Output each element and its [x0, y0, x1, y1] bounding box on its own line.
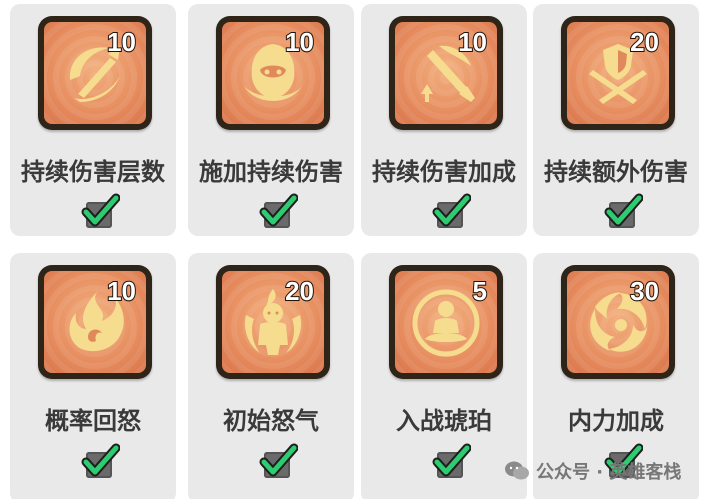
checkmark-icon	[432, 443, 471, 477]
talent-checkbox[interactable]	[259, 443, 298, 480]
talent-card[interactable]: 10 施加持续伤害	[188, 4, 354, 236]
talent-card[interactable]: 10 持续伤害加成	[361, 4, 527, 236]
talent-icon-tile[interactable]: 20	[561, 16, 675, 130]
talent-card[interactable]: 5 入战琥珀	[361, 253, 527, 499]
talent-count: 20	[284, 276, 315, 306]
talent-label: 施加持续伤害	[199, 158, 343, 186]
wechat-icon	[505, 461, 529, 480]
checkmark-icon	[81, 443, 120, 477]
checkmark-icon	[432, 193, 471, 227]
checkmark-icon	[81, 193, 120, 227]
watermark: 公众号 · 英雄客栈	[504, 456, 681, 486]
talent-checkbox[interactable]	[432, 443, 471, 480]
talent-count: 10	[106, 27, 137, 57]
talent-count: 5	[471, 276, 488, 306]
talent-card[interactable]: 10 概率回怒	[10, 253, 176, 499]
checkmark-icon	[259, 193, 298, 227]
talent-card[interactable]: 20 初始怒气	[188, 253, 354, 499]
talent-count: 30	[629, 276, 660, 306]
checkmark-icon	[259, 443, 298, 477]
talent-grid: 10 持续伤害层数 10 施加持续伤害 10 持续伤害加成 20 持续额外伤害 …	[0, 0, 720, 499]
talent-checkbox[interactable]	[604, 193, 643, 230]
talent-checkbox[interactable]	[259, 193, 298, 230]
talent-icon-tile[interactable]: 10	[216, 16, 330, 130]
talent-label: 内力加成	[568, 407, 664, 435]
checkmark-icon	[604, 193, 643, 227]
talent-icon-tile[interactable]: 30	[561, 265, 675, 379]
talent-checkbox[interactable]	[432, 193, 471, 230]
talent-checkbox[interactable]	[81, 443, 120, 480]
talent-label: 概率回怒	[45, 407, 141, 435]
talent-icon-tile[interactable]: 20	[216, 265, 330, 379]
talent-count: 10	[106, 276, 137, 306]
talent-label: 入战琥珀	[396, 407, 492, 435]
talent-icon-tile[interactable]: 10	[38, 265, 152, 379]
talent-count: 10	[284, 27, 315, 57]
talent-card[interactable]: 20 持续额外伤害	[533, 4, 699, 236]
talent-label: 初始怒气	[223, 407, 319, 435]
talent-count: 10	[457, 27, 488, 57]
watermark-text: 公众号 · 英雄客栈	[536, 462, 682, 483]
talent-label: 持续伤害层数	[21, 158, 165, 186]
talent-checkbox[interactable]	[81, 193, 120, 230]
talent-icon-tile[interactable]: 10	[38, 16, 152, 130]
talent-icon-tile[interactable]: 10	[389, 16, 503, 130]
talent-label: 持续伤害加成	[372, 158, 516, 186]
talent-card[interactable]: 10 持续伤害层数	[10, 4, 176, 236]
talent-icon-tile[interactable]: 5	[389, 265, 503, 379]
talent-count: 20	[629, 27, 660, 57]
talent-label: 持续额外伤害	[544, 158, 688, 186]
